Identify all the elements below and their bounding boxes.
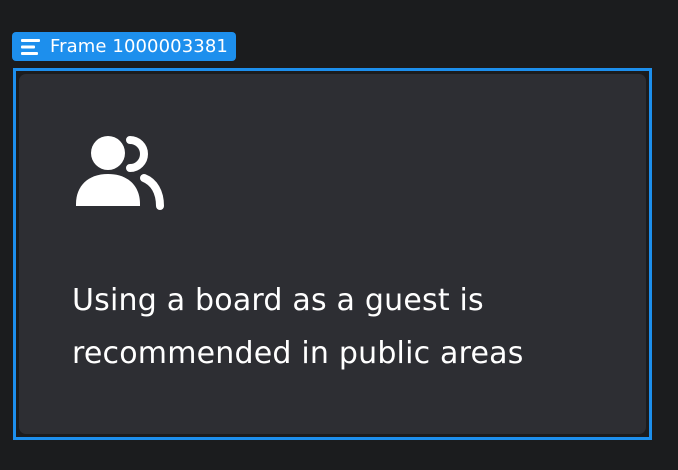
- message-line-2: recommended in public areas: [72, 336, 524, 371]
- frame-layout-icon: [20, 38, 42, 56]
- users-icon: [74, 134, 164, 210]
- frame-name-label: Frame 1000003381: [50, 35, 228, 57]
- canvas: Frame 1000003381 Using a board as a gues…: [0, 0, 678, 470]
- frame-name-tag[interactable]: Frame 1000003381: [12, 32, 236, 61]
- guest-info-card: Using a board as a guest is recommended …: [19, 74, 646, 434]
- guest-recommendation-message: Using a board as a guest is recommended …: [72, 274, 592, 380]
- message-line-1: Using a board as a guest is: [72, 283, 484, 318]
